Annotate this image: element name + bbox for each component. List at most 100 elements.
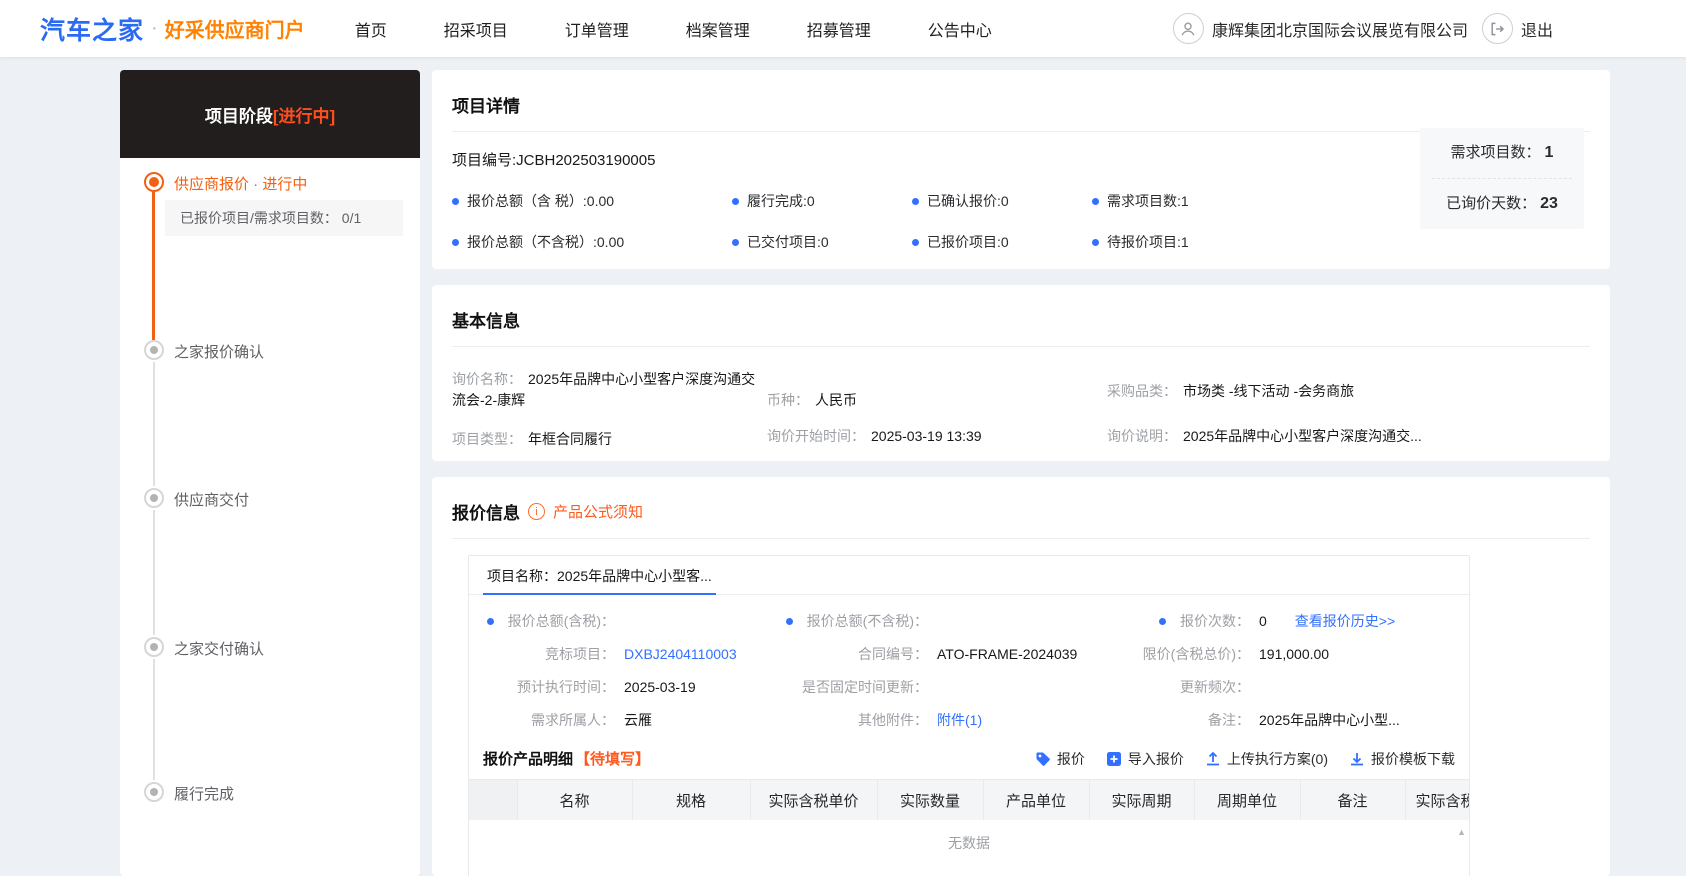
summary-inquiry-days: 已询价天数： 23 xyxy=(1446,195,1558,212)
quote-product-detail-title: 报价产品明细 xyxy=(483,751,574,768)
quote-product-detail-bar: 报价产品明细 【待填写】 报价 导入报价 上传执行方案(0) 报价模板下载 xyxy=(469,743,1469,779)
nav-item-recruit-management[interactable]: 招募管理 xyxy=(807,17,871,41)
field-other-attachments: 其他附件： 附件(1) xyxy=(858,710,983,730)
info-circle-icon: i xyxy=(528,503,545,520)
timeline-connector-active xyxy=(152,192,155,340)
nav-item-announcement-center[interactable]: 公告中心 xyxy=(928,17,992,41)
col-product-unit: 产品单位 xyxy=(983,780,1090,820)
timeline-connector xyxy=(153,659,155,780)
attachment-link[interactable]: 附件(1) xyxy=(937,710,982,730)
product-formula-notice-link[interactable]: 产品公式须知 xyxy=(553,501,643,522)
topbar-user-area: 康辉集团北京国际会议展览有限公司 退出 xyxy=(1172,0,1553,57)
project-stage-header: 项目阶段 [进行中] xyxy=(120,70,420,158)
field-planned-execution-time: 预计执行时间： 2025-03-19 xyxy=(517,679,696,695)
field-inquiry-description: 询价说明： 2025年品牌中心小型客户深度沟通交... xyxy=(1107,428,1422,444)
field-update-frequency: 更新频次： xyxy=(1180,679,1250,695)
col-actual-incl-tax: 实际含税 xyxy=(1405,780,1469,820)
col-period-unit: 周期单位 xyxy=(1194,780,1301,820)
upload-icon xyxy=(1206,751,1219,765)
quote-fields: 报价总额(含税)： 报价总额(不含税)： 报价次数： 0 查看报价历史>> 竞标… xyxy=(469,595,1469,730)
quote-toolbar: 报价 导入报价 上传执行方案(0) 报价模板下载 xyxy=(1035,749,1455,769)
logo-primary: 汽车之家 xyxy=(40,16,145,45)
import-quote-button[interactable]: 导入报价 xyxy=(1106,749,1184,769)
page: 汽车之家 · 好采供应商门户 首页 招采项目 订单管理 档案管理 招募管理 公告… xyxy=(0,0,1686,876)
stat-quoted-projects: 已报价项目:0 xyxy=(912,232,1092,252)
field-demand-owner: 需求所属人： 云雁 xyxy=(531,712,652,728)
quote-product-detail-status: 【待填写】 xyxy=(575,751,651,768)
nav-item-order-management[interactable]: 订单管理 xyxy=(565,17,629,41)
logout-button[interactable]: 退出 xyxy=(1521,17,1553,41)
col-remark: 备注 xyxy=(1300,780,1406,820)
stat-demand-projects: 需求项目数:1 xyxy=(1092,191,1189,211)
stat-delivered-projects: 已交付项目:0 xyxy=(732,232,912,252)
summary-demand-count: 需求项目数： 1 xyxy=(1450,144,1554,161)
field-inquiry-name: 询价名称： 2025年品牌中心小型客户深度沟通交流会-2-康辉 xyxy=(452,371,756,408)
bullet-dot-icon xyxy=(1092,238,1099,246)
nav-item-home[interactable]: 首页 xyxy=(355,17,387,41)
topbar: 汽车之家 · 好采供应商门户 首页 招采项目 订单管理 档案管理 招募管理 公告… xyxy=(0,0,1686,57)
field-quote-total-excl-tax: 报价总额(不含税)： xyxy=(778,611,1108,631)
quote-product-table: 名称 规格 实际含税单价 实际数量 产品单位 实际周期 周期单位 备注 实际含税… xyxy=(469,779,1469,876)
logout-icon[interactable] xyxy=(1481,13,1513,44)
step-supplier-delivery: 供应商交付 xyxy=(174,492,250,509)
table-empty-placeholder: 无数据 xyxy=(948,835,990,851)
field-price-limit: 限价(含税总价)： 191,000.00 xyxy=(1142,646,1330,662)
timeline-connector xyxy=(153,362,155,486)
bullet-dot-icon xyxy=(1092,197,1099,205)
col-actual-period: 实际周期 xyxy=(1089,780,1195,820)
company-name[interactable]: 康辉集团北京国际会议展览有限公司 xyxy=(1212,17,1468,41)
bullet-dot-icon xyxy=(785,617,793,625)
step-indicator-home-delivery-confirm-icon xyxy=(144,637,164,657)
quote-tab-row: 项目名称：2025年品牌中心小型客... xyxy=(469,556,1469,595)
step-indicator-home-quote-confirm-icon xyxy=(144,340,164,360)
step-indicator-supplier-delivery-icon xyxy=(144,488,164,508)
step-indicator-supplier-quote-icon xyxy=(144,172,164,192)
project-stage-title: 项目阶段 xyxy=(204,106,273,126)
quote-detail-box: 项目名称：2025年品牌中心小型客... 报价总额(含税)： 报价总额(不含税)… xyxy=(468,555,1470,876)
quote-info-title: 报价信息 xyxy=(452,504,520,523)
bullet-dot-icon xyxy=(912,238,919,246)
step-fulfilled: 履行完成 xyxy=(174,786,235,803)
bidding-project-link[interactable]: DXBJ2404110003 xyxy=(624,646,737,662)
bullet-dot-icon xyxy=(1159,617,1166,625)
stat-fulfilled: 履行完成:0 xyxy=(732,191,912,211)
field-fixed-time-update: 是否固定时间更新： xyxy=(802,679,928,695)
download-template-button[interactable]: 报价模板下载 xyxy=(1349,749,1455,769)
tab-project-name[interactable]: 项目名称：2025年品牌中心小型客... xyxy=(483,556,716,595)
stat-total-quote-incl-tax: 报价总额（含 税）:0.00 xyxy=(452,191,732,211)
field-contract-number: 合同编号： ATO-FRAME-2024039 xyxy=(858,646,1078,662)
divider xyxy=(452,538,1590,539)
col-actual-unit-price-incl-tax: 实际含税单价 xyxy=(750,780,878,820)
field-quote-total-incl-tax: 报价总额(含税)： xyxy=(483,611,778,631)
logo-separator: · xyxy=(151,17,158,39)
view-quote-history-link[interactable]: 查看报价历史>> xyxy=(1295,611,1395,631)
nav-item-archive-management[interactable]: 档案管理 xyxy=(686,17,750,41)
field-project-type: 项目类型： 年框合同履行 xyxy=(452,431,612,447)
upload-plan-button[interactable]: 上传执行方案(0) xyxy=(1205,749,1328,769)
nav-item-sourcing-projects[interactable]: 招采项目 xyxy=(444,17,508,41)
basic-info-card: 基本信息 询价名称： 2025年品牌中心小型客户深度沟通交流会-2-康辉 项目类型… xyxy=(432,285,1610,461)
quote-button[interactable]: 报价 xyxy=(1035,749,1085,769)
bullet-dot-icon xyxy=(452,197,459,205)
download-icon xyxy=(1351,752,1363,765)
col-name: 名称 xyxy=(517,780,633,820)
timeline-connector xyxy=(153,510,155,635)
field-remark: 备注： 2025年品牌中心小型... xyxy=(1208,712,1400,728)
bullet-dot-icon xyxy=(912,197,919,205)
field-bidding-project: 竞标项目： DXBJ2404110003 xyxy=(545,646,737,662)
table-header-row: 名称 规格 实际含税单价 实际数量 产品单位 实际周期 周期单位 备注 实际含税 xyxy=(469,780,1469,820)
field-procurement-category: 采购品类： 市场类 -线下活动 -会务商旅 xyxy=(1107,383,1355,399)
col-select xyxy=(469,780,518,820)
quote-info-card: 报价信息 i 产品公式须知 项目名称：2025年品牌中心小型客... 报价总额(… xyxy=(432,477,1610,876)
stat-confirmed-quotes: 已确认报价:0 xyxy=(912,191,1092,211)
bullet-dot-icon xyxy=(486,617,494,625)
user-avatar-icon[interactable] xyxy=(1172,13,1204,44)
scroll-up-icon[interactable]: ▲ xyxy=(1457,827,1466,837)
step-home-delivery-confirm: 之家交付确认 xyxy=(174,641,265,658)
project-detail-card: 项目详情 项目编号:JCBH202503190005 报价总额（含 税）:0.0… xyxy=(432,70,1610,269)
bullet-dot-icon xyxy=(452,238,459,246)
app-logo[interactable]: 汽车之家 · 好采供应商门户 xyxy=(40,11,305,47)
field-quote-count: 报价次数： 0 查看报价历史>> xyxy=(1108,611,1455,631)
stat-pending-quote-projects: 待报价项目:1 xyxy=(1092,232,1189,252)
price-tag-icon xyxy=(1036,752,1050,766)
